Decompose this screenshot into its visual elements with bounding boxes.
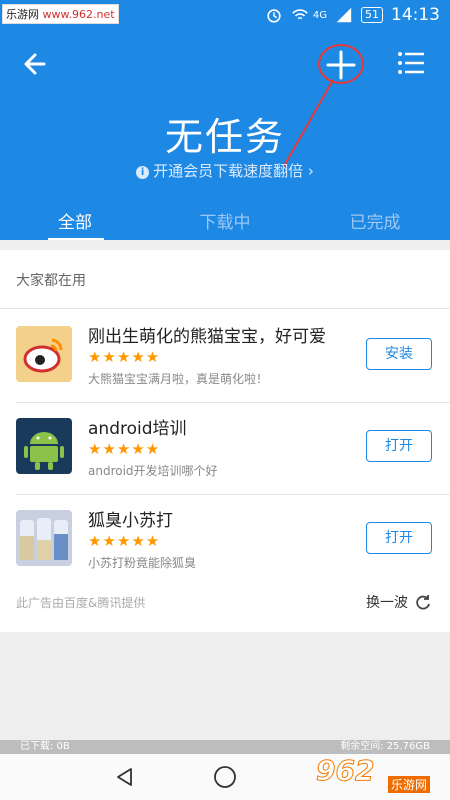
header: 无任务 i 开通会员下载速度翻倍 › 全部 下载中 已完成: [0, 32, 450, 241]
android-icon: [16, 418, 72, 474]
watermark-logo: 962 乐游网: [315, 754, 450, 800]
app-description: 小苏打粉竟能除狐臭: [88, 556, 197, 570]
info-icon: i: [136, 166, 150, 179]
tab-downloading[interactable]: 下载中: [150, 204, 300, 240]
status-bar: 乐游网 www.962.net 4G 51 14:13: [0, 0, 450, 32]
open-button[interactable]: 打开: [366, 430, 432, 462]
recommend-card: 大家都在用 刚出生萌化的熊猫宝宝，好可爱 ★★★★★ 大熊猫宝宝满月啦，真是萌化…: [0, 250, 450, 632]
divider: [16, 402, 450, 403]
app-item-android[interactable]: android培训 ★★★★★ android开发培训哪个好 打开: [0, 404, 450, 496]
app-item-panda[interactable]: 刚出生萌化的熊猫宝宝，好可爱 ★★★★★ 大熊猫宝宝满月啦，真是萌化啦！ 安装: [0, 312, 450, 404]
open-button[interactable]: 打开: [366, 522, 432, 554]
page-title: 无任务: [164, 115, 285, 159]
remaining-space: 剩余空间: 25.76GB: [340, 741, 430, 752]
nav-home-icon[interactable]: [213, 765, 237, 789]
divider: [16, 494, 450, 495]
nav-back-icon[interactable]: [114, 766, 136, 788]
downloaded-size: 已下载: 0B: [20, 741, 70, 752]
tab-all[interactable]: 全部: [0, 204, 150, 240]
alarm-icon: [267, 9, 281, 23]
battery-indicator: 51: [361, 7, 383, 23]
watermark-top: 乐游网 www.962.net: [2, 4, 119, 24]
clock: 14:13: [391, 5, 440, 25]
app-name: 狐臭小苏打: [88, 511, 173, 531]
app-description: 大熊猫宝宝满月啦，真是萌化啦！: [88, 372, 269, 386]
menu-list-icon[interactable]: [396, 48, 426, 78]
rating-stars: ★★★★★: [88, 440, 161, 458]
bottles-icon: [16, 510, 72, 566]
app-name: 刚出生萌化的熊猫宝宝，好可爱: [88, 327, 326, 347]
app-item-baking-soda[interactable]: 狐臭小苏打 ★★★★★ 小苏打粉竟能除狐臭 打开: [0, 496, 450, 588]
rating-stars: ★★★★★: [88, 532, 161, 550]
wifi-icon: [292, 9, 308, 20]
storage-bar: 已下载: 0B 剩余空间: 25.76GB: [0, 740, 450, 754]
tab-bar: 全部 下载中 已完成: [0, 204, 450, 240]
install-button[interactable]: 安装: [366, 338, 432, 370]
app-description: android开发培训哪个好: [88, 464, 218, 478]
section-title: 大家都在用: [16, 273, 86, 289]
rating-stars: ★★★★★: [88, 348, 161, 366]
divider: [0, 308, 450, 309]
signal-icon: [336, 7, 352, 23]
vip-promo-link[interactable]: i 开通会员下载速度翻倍 ›: [0, 160, 450, 181]
weibo-icon: [16, 326, 72, 382]
tab-completed[interactable]: 已完成: [300, 204, 450, 240]
ad-provider-note: 此广告由百度&腾讯提供: [16, 596, 146, 610]
network-type: 4G: [312, 9, 327, 21]
refresh-icon: [416, 595, 430, 610]
refresh-button[interactable]: 换一波: [366, 592, 432, 612]
app-name: android培训: [88, 419, 187, 439]
